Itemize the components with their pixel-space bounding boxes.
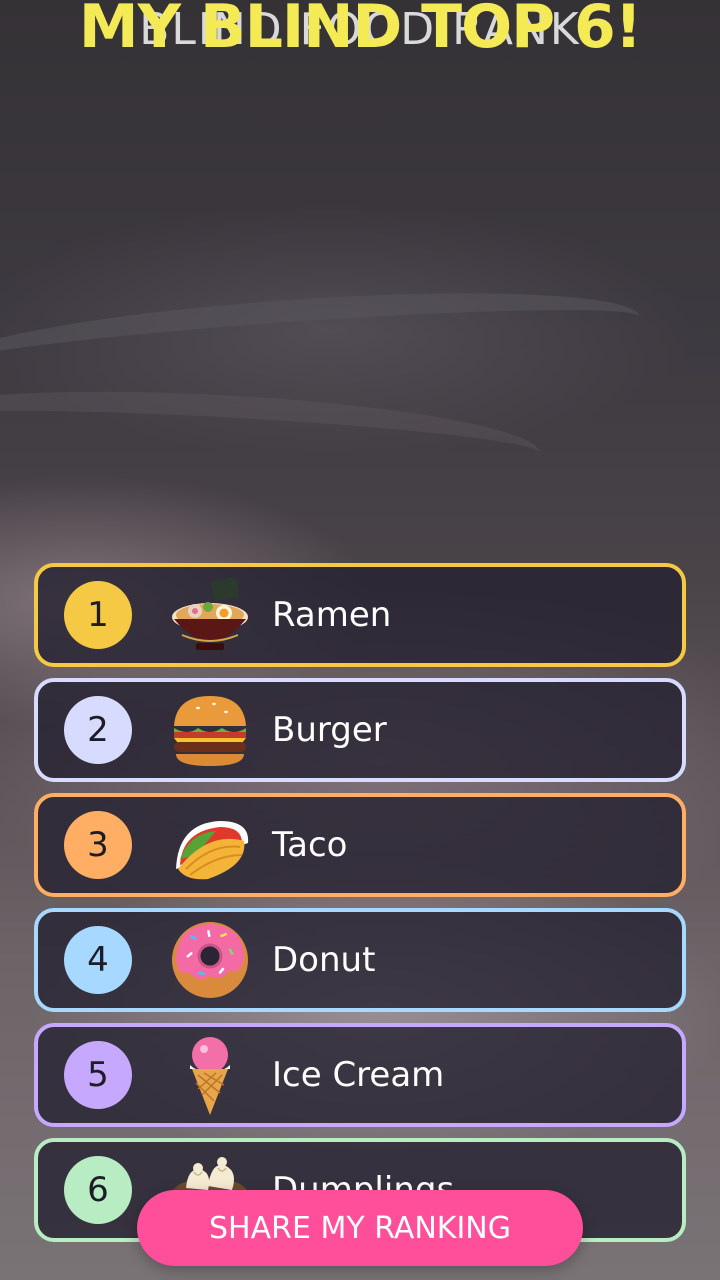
page-title: BLIND FOOD RANK MY BLIND TOP 6! (0, 0, 720, 72)
rank-badge: 4 (64, 926, 132, 994)
title-main-text: MY BLIND TOP 6! (78, 0, 642, 62)
ranking-row-2[interactable]: 2 Burger (34, 678, 686, 782)
ranking-row-3[interactable]: 3 Taco (34, 793, 686, 897)
rank-badge: 1 (64, 581, 132, 649)
background-shape (0, 275, 643, 407)
burger-icon (174, 696, 246, 766)
food-name: Taco (272, 825, 348, 865)
food-name: Donut (272, 940, 376, 980)
taco-icon (176, 821, 249, 880)
ranking-list: 1 Ramen 2 Burger 3 Taco 4 Donut 5 Ice Cr… (34, 563, 686, 1253)
ranking-row-1[interactable]: 1 Ramen (34, 563, 686, 667)
share-ranking-button[interactable]: SHARE MY RANKING (137, 1190, 583, 1266)
food-name: Ramen (272, 595, 392, 635)
ranking-row-5[interactable]: 5 Ice Cream (34, 1023, 686, 1127)
food-name: Burger (272, 710, 387, 750)
donut-icon (172, 922, 248, 998)
rank-badge: 5 (64, 1041, 132, 1109)
food-name: Ice Cream (272, 1055, 445, 1095)
ranking-row-4[interactable]: 4 Donut (34, 908, 686, 1012)
ice-cream-icon (190, 1037, 230, 1115)
rank-badge: 2 (64, 696, 132, 764)
rank-badge: 6 (64, 1156, 132, 1224)
background-shape (0, 378, 542, 494)
rank-badge: 3 (64, 811, 132, 879)
ramen-icon (172, 577, 248, 650)
